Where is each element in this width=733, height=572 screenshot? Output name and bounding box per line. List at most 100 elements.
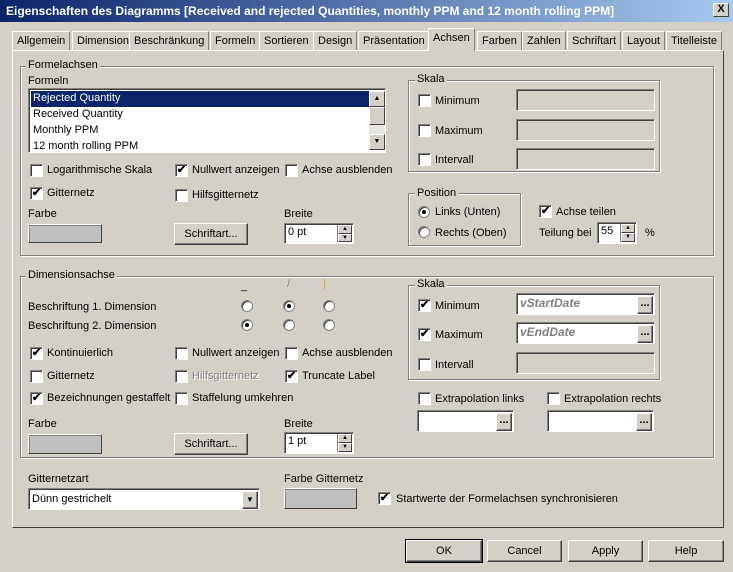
extrap-left-input[interactable]: ... <box>417 410 514 432</box>
interval-checkbox[interactable] <box>418 153 431 166</box>
dim-minimum-checkbox[interactable]: ✔ <box>418 299 431 312</box>
sync-checkbox[interactable]: ✔ <box>378 492 391 505</box>
position-left-radio[interactable] <box>418 206 430 218</box>
extrap-left-checkbox[interactable] <box>418 392 431 405</box>
dim-interval-checkbox[interactable] <box>418 358 431 371</box>
dim-color-button[interactable] <box>28 434 102 454</box>
help-button[interactable]: Help <box>648 540 724 562</box>
spin-down-icon[interactable]: ▼ <box>338 233 352 242</box>
dim-maximum-input[interactable]: vEndDate ... <box>516 322 655 344</box>
show-zero-label: Nullwert anzeigen <box>192 164 280 176</box>
cancel-button[interactable]: Cancel <box>487 540 562 562</box>
ok-button[interactable]: OK <box>405 539 483 563</box>
extrap-left-expression-button[interactable]: ... <box>496 413 512 431</box>
dim-interval-input[interactable] <box>516 352 655 374</box>
dim-show-zero-checkbox[interactable] <box>175 347 188 360</box>
spin-up-icon[interactable]: ▲ <box>338 434 352 443</box>
staggered-label: Bezeichnungen gestaffelt <box>47 392 171 404</box>
apply-button[interactable]: Apply <box>568 540 643 562</box>
minimum-checkbox[interactable] <box>418 94 431 107</box>
list-item[interactable]: Received Quantity <box>31 107 371 123</box>
spin-up-icon[interactable]: ▲ <box>338 225 352 234</box>
log-scale-label: Logarithmische Skala <box>47 164 153 176</box>
tab-allgemein[interactable]: Allgemein <box>12 31 71 50</box>
tab-schriftart[interactable]: Schriftart <box>567 31 622 50</box>
show-zero-checkbox[interactable]: ✔ <box>175 164 188 177</box>
maximum-input[interactable] <box>516 119 655 141</box>
split-axis-label: Achse teilen <box>556 206 616 218</box>
tab-sortieren[interactable]: Sortieren <box>259 31 314 50</box>
dim-font-button[interactable]: Schriftart... <box>174 433 248 455</box>
position-right-radio[interactable] <box>418 226 430 238</box>
reverse-stagger-checkbox[interactable] <box>175 392 188 405</box>
font-button[interactable]: Schriftart... <box>174 223 248 245</box>
hide-axis-checkbox[interactable] <box>285 164 298 177</box>
dim1-diagonal-radio[interactable] <box>283 300 295 312</box>
interval-input[interactable] <box>516 148 655 170</box>
dim2-label: Beschriftung 2. Dimension <box>28 320 157 332</box>
close-button[interactable]: X <box>713 3 729 17</box>
spin-down-icon[interactable]: ▼ <box>621 233 635 242</box>
dim-hide-axis-checkbox[interactable] <box>285 347 298 360</box>
scroll-down-icon[interactable]: ▼ <box>369 134 385 150</box>
dimension-axis-legend: Dimensionsachse <box>26 269 117 281</box>
scroll-thumb[interactable] <box>369 107 385 125</box>
dim2-vertical-radio[interactable] <box>323 319 335 331</box>
maximum-expression-button[interactable]: ... <box>637 325 653 343</box>
formulas-listbox[interactable]: Rejected Quantity Received Quantity Mont… <box>28 88 386 153</box>
list-item[interactable]: 12 month rolling PPM <box>31 139 371 151</box>
split-axis-checkbox[interactable]: ✔ <box>539 205 552 218</box>
maximum-checkbox[interactable] <box>418 124 431 137</box>
continuous-checkbox[interactable]: ✔ <box>30 347 43 360</box>
dim-width-spinner[interactable]: 1 pt ▲ ▼ <box>284 432 354 454</box>
formulas-label: Formeln <box>28 75 69 87</box>
axis-color-button[interactable] <box>28 224 102 243</box>
reverse-stagger-label: Staffelung umkehren <box>192 392 294 404</box>
tab-zahlen[interactable]: Zahlen <box>522 31 566 50</box>
minor-grid-checkbox[interactable] <box>175 189 188 202</box>
hide-axis-label: Achse ausblenden <box>302 164 393 176</box>
width-spinner[interactable]: 0 pt ▲ ▼ <box>284 223 354 244</box>
minimum-input[interactable] <box>516 89 655 111</box>
tab-layout[interactable]: Layout <box>622 31 666 50</box>
dim1-vertical-radio[interactable] <box>323 300 335 312</box>
scale-legend: Skala <box>415 73 447 85</box>
dim-maximum-checkbox[interactable]: ✔ <box>418 328 431 341</box>
dim-minimum-input[interactable]: vStartDate ... <box>516 293 655 315</box>
tab-praesentation[interactable]: Präsentation <box>358 31 430 50</box>
dim2-diagonal-radio[interactable] <box>283 319 295 331</box>
tab-achsen[interactable]: Achsen <box>428 28 475 51</box>
grid-checkbox[interactable]: ✔ <box>30 187 43 200</box>
dim1-horizontal-radio[interactable] <box>241 300 253 312</box>
grid-type-select[interactable]: Dünn gestrichelt ▼ <box>28 488 260 510</box>
spin-down-icon[interactable]: ▼ <box>338 443 352 452</box>
dim2-horizontal-radio[interactable] <box>241 319 253 331</box>
spin-up-icon[interactable]: ▲ <box>621 224 635 233</box>
grid-color-button[interactable] <box>284 488 357 509</box>
extrap-right-expression-button[interactable]: ... <box>636 413 652 431</box>
log-scale-checkbox[interactable] <box>30 164 43 177</box>
dim-grid-checkbox[interactable] <box>30 370 43 383</box>
tab-design[interactable]: Design <box>313 31 358 50</box>
list-item[interactable]: Rejected Quantity <box>31 91 371 107</box>
extrap-right-checkbox[interactable] <box>547 392 560 405</box>
dim-minimum-value: vStartDate <box>520 296 581 310</box>
extrap-right-input[interactable]: ... <box>547 410 654 432</box>
truncate-checkbox[interactable]: ✔ <box>285 370 298 383</box>
interval-label: Intervall <box>435 154 474 166</box>
dim-show-zero-label: Nullwert anzeigen <box>192 347 280 359</box>
chevron-down-icon[interactable]: ▼ <box>242 491 258 509</box>
split-at-spinner[interactable]: 55 ▲ ▼ <box>597 222 637 244</box>
list-item[interactable]: Monthly PPM <box>31 123 371 139</box>
tab-titelleiste[interactable]: Titelleiste <box>666 31 723 50</box>
grid-type-label: Gitternetzart <box>28 473 89 485</box>
scrollbar[interactable]: ▲ ▼ <box>369 91 385 150</box>
tab-farben[interactable]: Farben <box>477 31 522 50</box>
tab-beschraenkung[interactable]: Beschränkung <box>129 31 210 50</box>
tab-formeln[interactable]: Formeln <box>210 31 261 50</box>
dim-minor-grid-checkbox[interactable] <box>175 370 188 383</box>
scroll-up-icon[interactable]: ▲ <box>369 91 385 107</box>
minimum-expression-button[interactable]: ... <box>637 296 653 314</box>
tab-dimension[interactable]: Dimension <box>72 31 134 50</box>
staggered-checkbox[interactable]: ✔ <box>30 392 43 405</box>
